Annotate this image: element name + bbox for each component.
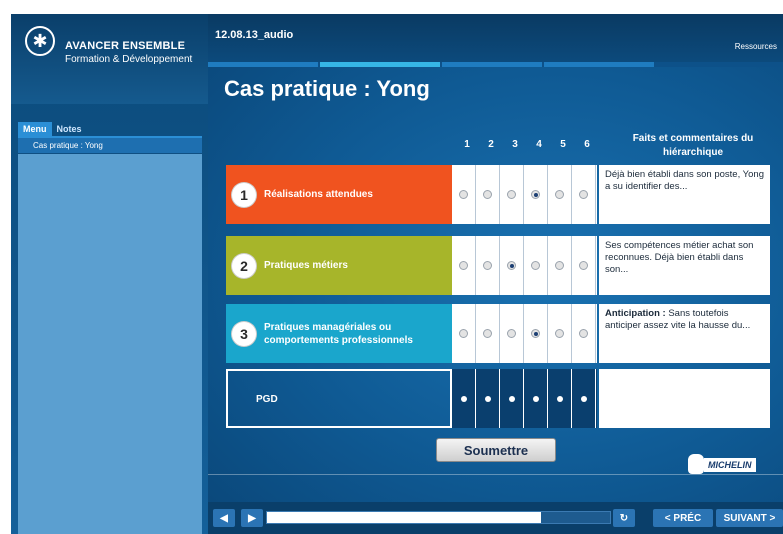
- page-title: Cas pratique : Yong: [224, 76, 430, 101]
- main-content: 12.08.13_audio Ressources Cas pratique :…: [208, 14, 783, 534]
- pgd-comment-box: [599, 369, 770, 428]
- top-bar: 12.08.13_audio Ressources: [208, 14, 783, 62]
- next-button[interactable]: SUIVANT >: [716, 509, 783, 527]
- row-number-badge: 3: [232, 322, 256, 346]
- rating-radio[interactable]: [459, 261, 468, 270]
- player-controls: ◀ ▶ ↻ < PRÉC SUIVANT >: [208, 502, 783, 534]
- rating-radio-selected[interactable]: [531, 190, 540, 199]
- playback-progress: [267, 512, 542, 523]
- rating-radio[interactable]: [483, 190, 492, 199]
- sidebar-tabs: Menu Notes: [18, 122, 87, 136]
- rating-row: 3 Pratiques managériales ou comportement…: [226, 304, 770, 363]
- row-number-badge: 2: [232, 254, 256, 278]
- michelin-wordmark: MICHELIN: [704, 458, 756, 472]
- pgd-dot: [508, 395, 515, 402]
- michelin-logo: MICHELIN: [686, 452, 776, 478]
- sidebar: ✱ AVANCER ENSEMBLE Formation & Développe…: [11, 14, 208, 534]
- rating-row: 2 Pratiques métiers Ses compétences méti…: [226, 236, 770, 295]
- comment-text: Déjà bien établi dans son poste, Yong a …: [605, 169, 764, 192]
- submit-button[interactable]: Soumettre: [436, 438, 556, 462]
- comments-header: Faits et commentaires du hiérarchique: [632, 133, 754, 158]
- rating-radio[interactable]: [483, 261, 492, 270]
- brand-title: AVANCER ENSEMBLE: [65, 40, 186, 52]
- menu-item-cas-pratique[interactable]: Cas pratique : Yong: [18, 138, 202, 154]
- rating-radio-group: [452, 304, 597, 363]
- rating-radio[interactable]: [579, 261, 588, 270]
- tab-notes[interactable]: Notes: [52, 122, 87, 136]
- column-header: 6: [584, 139, 590, 150]
- pgd-dot: [460, 395, 467, 402]
- play-icon[interactable]: ▶: [241, 509, 263, 527]
- progress-segment: [544, 62, 654, 67]
- column-header: 4: [536, 139, 542, 150]
- comment-bold: Anticipation :: [605, 308, 666, 319]
- prev-button[interactable]: < PRÉC: [653, 509, 713, 527]
- row-label: Réalisations attendues: [264, 189, 373, 200]
- replay-icon[interactable]: ↻: [613, 509, 635, 527]
- rating-radio[interactable]: [459, 190, 468, 199]
- progress-segment: [208, 62, 318, 67]
- column-header: 1: [464, 139, 470, 150]
- rating-radio[interactable]: [531, 261, 540, 270]
- rating-radio-group: [452, 165, 597, 224]
- row-label: Pratiques managériales ou comportements …: [264, 321, 413, 346]
- rating-radio[interactable]: [507, 190, 516, 199]
- file-title: 12.08.13_audio: [215, 29, 294, 41]
- comment-box: Déjà bien établi dans son poste, Yong a …: [599, 165, 770, 224]
- rating-radio[interactable]: [579, 190, 588, 199]
- resources-link[interactable]: Ressources: [735, 42, 777, 51]
- pgd-dot-group: [452, 369, 597, 428]
- tab-menu[interactable]: Menu: [18, 122, 52, 136]
- rating-radio-group: [452, 236, 597, 295]
- pgd-dot: [556, 395, 563, 402]
- pgd-dot: [484, 395, 491, 402]
- brand-header: ✱ AVANCER ENSEMBLE Formation & Développe…: [11, 14, 208, 104]
- comment-box: Anticipation : Sans toutefois anticiper …: [599, 304, 770, 363]
- rating-radio[interactable]: [483, 329, 492, 338]
- comment-box: Ses compétences métier achat son reconnu…: [599, 236, 770, 295]
- column-header: 5: [560, 139, 566, 150]
- rating-row: 1 Réalisations attendues Déjà bien établ…: [226, 165, 770, 224]
- pgd-row: PGD: [226, 369, 770, 428]
- rating-radio[interactable]: [507, 329, 516, 338]
- pgd-label: PGD: [226, 369, 452, 428]
- rating-radio[interactable]: [579, 329, 588, 338]
- pgd-dot: [532, 395, 539, 402]
- volume-icon[interactable]: ◀: [213, 509, 235, 527]
- brand-subtitle: Formation & Développement: [65, 54, 193, 65]
- column-header: 3: [512, 139, 518, 150]
- rating-radio[interactable]: [555, 329, 564, 338]
- playback-scrubber[interactable]: [266, 511, 611, 524]
- menu-panel: Cas pratique : Yong: [18, 136, 202, 534]
- rating-radio-selected[interactable]: [507, 261, 516, 270]
- column-header: 2: [488, 139, 494, 150]
- comment-text: Ses compétences métier achat son reconnu…: [605, 240, 754, 275]
- bibendum-icon: [688, 454, 704, 474]
- progress-segment: [320, 62, 440, 67]
- rating-radio[interactable]: [459, 329, 468, 338]
- rating-radio-selected[interactable]: [531, 329, 540, 338]
- rating-radio[interactable]: [555, 190, 564, 199]
- progress-segment: [442, 62, 542, 67]
- slide-progress-track: [208, 62, 783, 67]
- star-logo-icon: ✱: [25, 26, 55, 56]
- app-frame: ✱ AVANCER ENSEMBLE Formation & Développe…: [0, 0, 783, 534]
- pgd-dot: [580, 395, 587, 402]
- row-number-badge: 1: [232, 183, 256, 207]
- row-label: Pratiques métiers: [264, 260, 348, 271]
- rating-radio[interactable]: [555, 261, 564, 270]
